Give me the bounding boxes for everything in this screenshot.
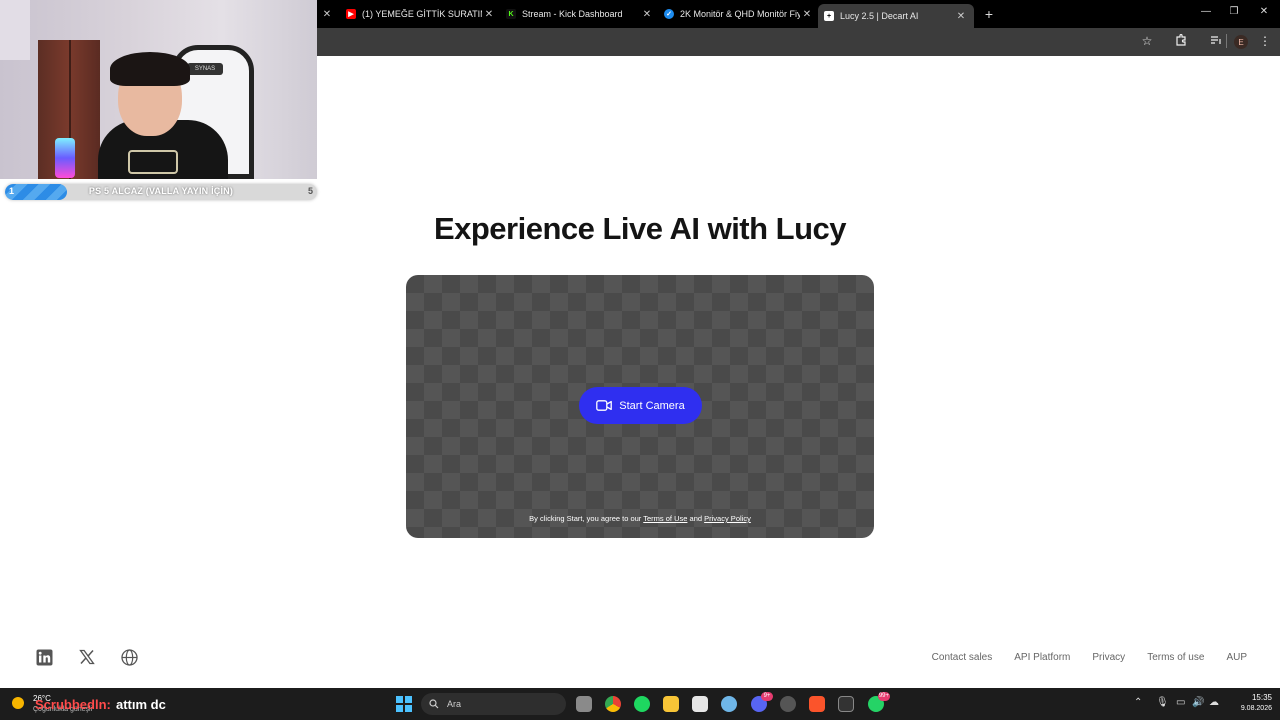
- footer-link-api-platform[interactable]: API Platform: [1014, 652, 1070, 663]
- windows-taskbar: 26°C Çoğunlukla güneşli Scrubbedln: attı…: [0, 688, 1280, 720]
- restore-icon[interactable]: ❐: [1226, 6, 1242, 17]
- window-close-icon[interactable]: ✕: [1256, 6, 1272, 17]
- start-camera-button[interactable]: Start Camera: [579, 387, 702, 424]
- close-icon[interactable]: ✕: [482, 9, 496, 20]
- media-queue-icon[interactable]: [1208, 34, 1224, 49]
- brave-icon[interactable]: [809, 696, 825, 712]
- toolbar-divider: [1226, 34, 1227, 48]
- tab-youtube[interactable]: ▶ (1) YEMEĞE GİTTİK SURATIMIZA ✕: [346, 4, 496, 24]
- menu-kebab-icon[interactable]: ⋮: [1257, 34, 1273, 48]
- chat-username: Scrubbedln:: [35, 697, 111, 712]
- tray-overflow-icon[interactable]: ⌃: [1134, 697, 1142, 708]
- extensions-icon[interactable]: [1173, 33, 1189, 49]
- minimize-icon[interactable]: —: [1198, 6, 1214, 17]
- new-tab-plus-icon[interactable]: +: [982, 6, 996, 22]
- task-view-icon[interactable]: [576, 696, 592, 712]
- globe-icon[interactable]: [120, 648, 138, 666]
- youtube-icon: ▶: [346, 9, 356, 19]
- obs-icon[interactable]: [780, 696, 796, 712]
- camera-preview-area: Start Camera By clicking Start, you agre…: [406, 275, 874, 538]
- stream-goal-bar: 1 PS 5 ALCAZ (VALLA YAYIN İÇİN) 5: [5, 184, 317, 200]
- microphone-icon[interactable]: 🎙: [1156, 697, 1169, 708]
- search-icon: [429, 699, 439, 709]
- close-icon[interactable]: ✕: [800, 9, 814, 20]
- whatsapp-badge: 99+: [877, 692, 890, 701]
- terms-of-use-link[interactable]: Terms of Use: [643, 514, 687, 523]
- footer-links: Contact sales API Platform Privacy Terms…: [932, 652, 1247, 663]
- consent-text: By clicking Start, you agree to our Term…: [529, 514, 751, 523]
- chat-message: attım dc: [116, 697, 166, 712]
- privacy-policy-link[interactable]: Privacy Policy: [704, 514, 751, 523]
- x-icon[interactable]: [78, 648, 96, 666]
- close-icon[interactable]: ✕: [954, 11, 968, 22]
- discord-badge: 9+: [761, 692, 773, 701]
- file-explorer-icon[interactable]: [663, 696, 679, 712]
- tab-lucy-decart[interactable]: + Lucy 2.5 | Decart AI ✕: [818, 4, 974, 28]
- footer-link-aup[interactable]: AUP: [1226, 652, 1247, 663]
- search-placeholder: Ara: [447, 699, 462, 709]
- network-icon[interactable]: ▭: [1176, 697, 1185, 708]
- tab-monitor[interactable]: ✓ 2K Monitör & QHD Monitör Fiy ✕: [664, 4, 814, 24]
- bookmark-star-icon[interactable]: ☆: [1139, 34, 1155, 48]
- address-bar[interactable]: [317, 28, 1280, 56]
- video-camera-icon: [596, 400, 613, 411]
- webcam-overlay: SYNAS: [0, 0, 317, 179]
- clock-time[interactable]: 15:35: [1236, 693, 1272, 702]
- terminal-icon[interactable]: [838, 696, 854, 712]
- tab-close-partial[interactable]: ✕: [320, 4, 340, 24]
- taskbar-search[interactable]: Ara: [421, 693, 566, 715]
- volume-icon[interactable]: 🔊: [1192, 697, 1204, 708]
- close-icon[interactable]: ✕: [640, 9, 654, 20]
- whatsapp-icon[interactable]: 99+: [868, 692, 890, 712]
- clock-date[interactable]: 9.08.2026: [1230, 705, 1272, 712]
- twitch-studio-icon[interactable]: [692, 696, 708, 712]
- page-title: Experience Live AI with Lucy: [433, 211, 847, 246]
- spotify-icon[interactable]: [634, 696, 650, 712]
- start-camera-label: Start Camera: [619, 399, 685, 412]
- footer-link-privacy[interactable]: Privacy: [1092, 652, 1125, 663]
- goal-label: PS 5 ALCAZ (VALLA YAYIN İÇİN): [88, 186, 234, 196]
- weather-sun-icon[interactable]: [8, 693, 28, 713]
- profile-avatar[interactable]: E: [1234, 35, 1248, 49]
- linkedin-icon[interactable]: [35, 648, 53, 666]
- tab-kick-dashboard[interactable]: K Stream - Kick Dashboard ✕: [506, 4, 654, 24]
- verified-icon: ✓: [664, 9, 674, 19]
- footer-link-contact-sales[interactable]: Contact sales: [932, 652, 993, 663]
- decart-icon: +: [824, 11, 834, 21]
- kick-icon: K: [506, 9, 516, 19]
- tray-app-icon[interactable]: ☁: [1209, 697, 1219, 708]
- app-icon[interactable]: [721, 696, 737, 712]
- discord-icon[interactable]: 9+: [751, 692, 773, 712]
- goal-max: 5: [307, 186, 313, 196]
- footer-link-terms[interactable]: Terms of use: [1147, 652, 1204, 663]
- chrome-icon[interactable]: [605, 696, 621, 712]
- windows-start-icon[interactable]: [396, 696, 412, 712]
